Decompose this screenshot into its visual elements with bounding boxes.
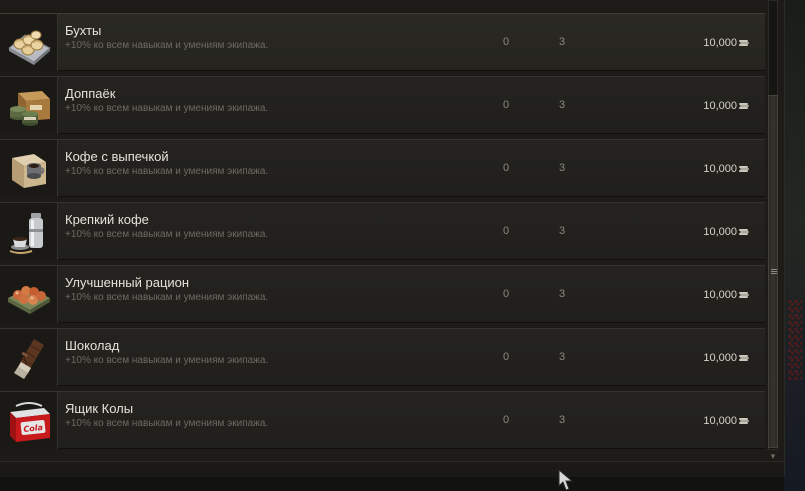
list-item[interactable]: Шоколад +10% ко всем навыкам и умениям э… xyxy=(0,328,765,386)
item-description: +10% ко всем навыкам и умениям экипажа. xyxy=(65,166,269,177)
item-price: 10,000 xyxy=(703,100,737,112)
item-name: Бухты xyxy=(65,23,102,38)
item-price: 10,000 xyxy=(703,226,737,238)
item-count-stock: 0 xyxy=(502,36,510,48)
credits-icon xyxy=(739,228,749,236)
item-description: +10% ко всем навыкам и умениям экипажа. xyxy=(65,103,269,114)
credits-icon xyxy=(739,354,749,362)
item-count-depot: 3 xyxy=(558,225,566,237)
consumables-list-panel: Бухты +10% ко всем навыкам и умениям эки… xyxy=(0,0,785,477)
cola-cooler-icon: Cola xyxy=(0,392,58,449)
rolls-tray-icon xyxy=(0,14,58,71)
item-count-depot: 3 xyxy=(558,351,566,363)
credits-icon xyxy=(739,417,749,425)
item-name: Ящик Колы xyxy=(65,401,134,416)
mouse-cursor-icon xyxy=(558,469,576,491)
list-item[interactable]: Cola Ящик Колы +10% ко всем навыкам и ум… xyxy=(0,391,765,449)
credits-icon xyxy=(739,39,749,47)
item-description: +10% ко всем навыкам и умениям экипажа. xyxy=(65,418,269,429)
list-item[interactable]: Кофе с выпечкой +10% ко всем навыкам и у… xyxy=(0,139,765,197)
item-description: +10% ко всем навыкам и умениям экипажа. xyxy=(65,229,269,240)
background-scene xyxy=(784,0,805,491)
item-name: Крепкий кофе xyxy=(65,212,149,227)
item-description: +10% ко всем навыкам и умениям экипажа. xyxy=(65,355,269,366)
item-count-stock: 0 xyxy=(502,99,510,111)
grip-icon xyxy=(771,268,777,275)
item-count-stock: 0 xyxy=(502,225,510,237)
credits-icon xyxy=(739,165,749,173)
list-item[interactable]: Бухты +10% ко всем навыкам и умениям эки… xyxy=(0,13,765,71)
item-description: +10% ко всем навыкам и умениям экипажа. xyxy=(65,40,269,51)
item-count-depot: 3 xyxy=(558,288,566,300)
list-item[interactable]: Улучшенный рацион +10% ко всем навыкам и… xyxy=(0,265,765,323)
item-price: 10,000 xyxy=(703,37,737,49)
item-count-stock: 0 xyxy=(502,414,510,426)
item-description: +10% ко всем навыкам и умениям экипажа. xyxy=(65,292,269,303)
food-tin-icon xyxy=(0,266,58,323)
item-count-depot: 3 xyxy=(558,414,566,426)
coffee-box-icon xyxy=(0,140,58,197)
item-name: Улучшенный рацион xyxy=(65,275,190,290)
ration-box-icon xyxy=(0,77,58,134)
item-price: 10,000 xyxy=(703,415,737,427)
item-name: Доппаёк xyxy=(65,86,116,101)
panel-footer xyxy=(0,461,784,477)
credits-icon xyxy=(739,102,749,110)
item-count-stock: 0 xyxy=(502,351,510,363)
list-item[interactable]: Крепкий кофе +10% ко всем навыкам и умен… xyxy=(0,202,765,260)
item-price: 10,000 xyxy=(703,163,737,175)
item-count-depot: 3 xyxy=(558,162,566,174)
item-price: 10,000 xyxy=(703,352,737,364)
chocolate-bar-icon xyxy=(0,329,58,386)
item-count-depot: 3 xyxy=(558,99,566,111)
item-count-depot: 3 xyxy=(558,36,566,48)
item-count-stock: 0 xyxy=(502,288,510,300)
list-item[interactable]: Доппаёк +10% ко всем навыкам и умениям э… xyxy=(0,76,765,134)
item-name: Шоколад xyxy=(65,338,120,353)
item-price: 10,000 xyxy=(703,289,737,301)
item-count-stock: 0 xyxy=(502,162,510,174)
scroll-thumb[interactable] xyxy=(768,95,778,448)
scrollbar[interactable]: ▾ xyxy=(766,0,780,463)
thermos-icon xyxy=(0,203,58,260)
credits-icon xyxy=(739,291,749,299)
background-decor xyxy=(788,300,802,380)
item-name: Кофе с выпечкой xyxy=(65,149,169,164)
